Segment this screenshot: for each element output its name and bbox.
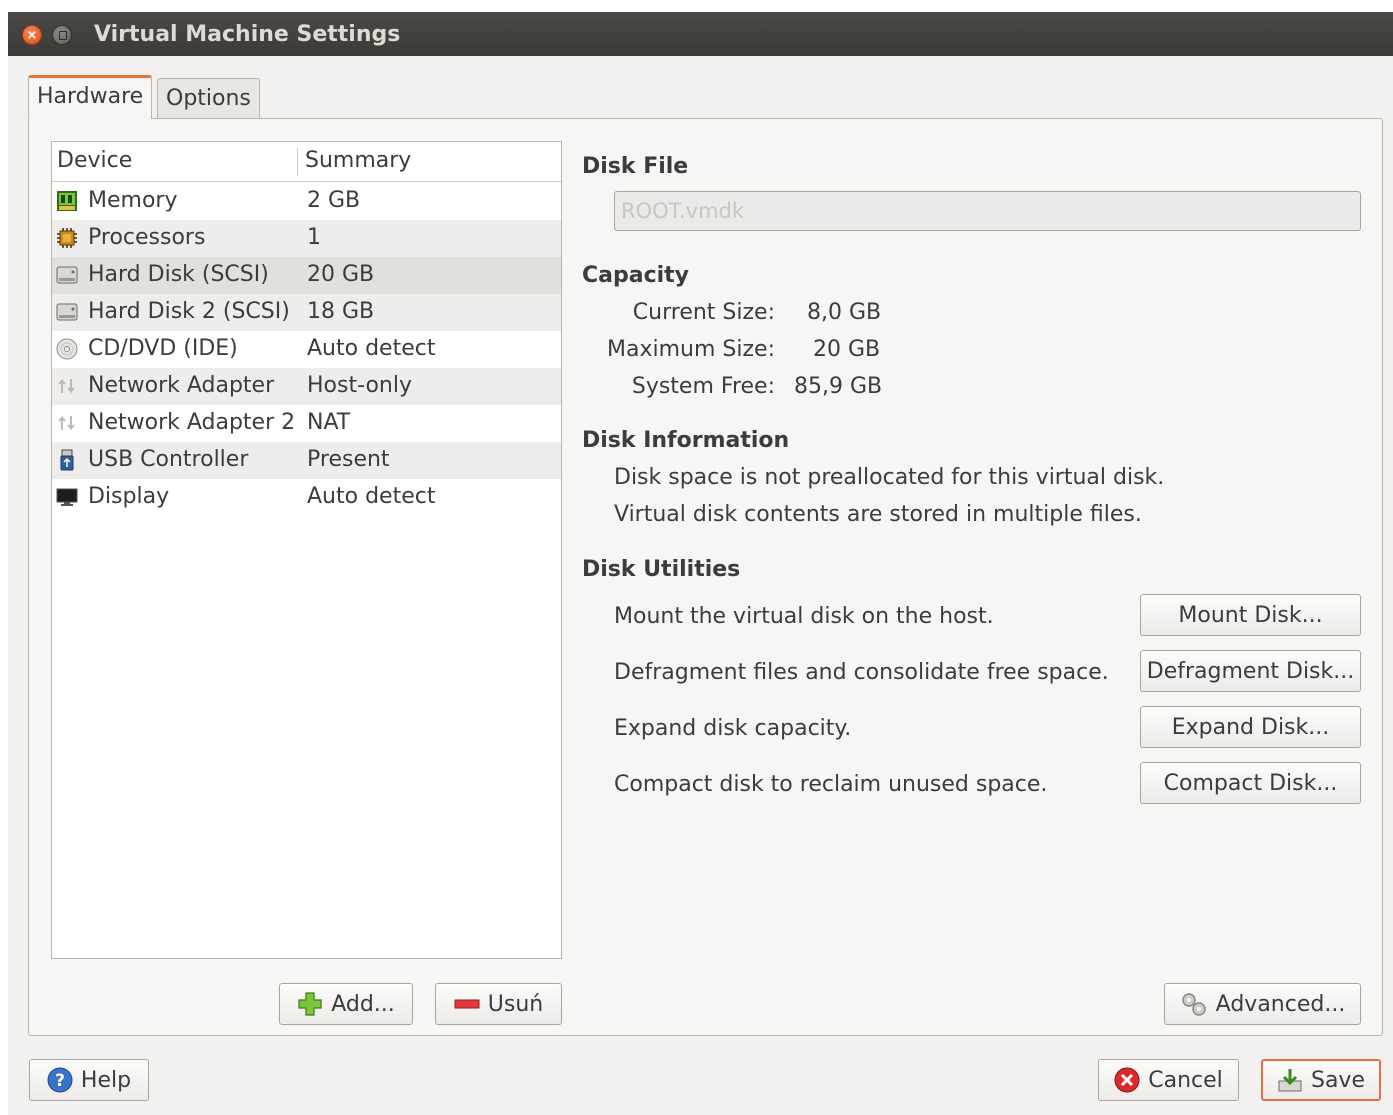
hardware-panel: Device Summary Memory 2 GB Processors 1 … [28,118,1383,1036]
disk-utilities-heading: Disk Utilities [582,557,741,582]
maximum-size-value: 20 GB [813,337,881,362]
help-label: Help [80,1067,132,1093]
device-name: Network Adapter 2 [88,410,296,435]
defragment-disk-button[interactable]: Defragment Disk... [1140,650,1361,692]
help-icon: ? [47,1067,73,1093]
cancel-button[interactable]: Cancel [1098,1059,1239,1101]
disk-file-input[interactable] [614,191,1361,231]
disk-information-line: Virtual disk contents are stored in mult… [614,502,1142,527]
device-row-usb-controller[interactable]: USB Controller Present [52,442,561,479]
advanced-label: Advanced... [1215,991,1346,1017]
device-row-network-adapter[interactable]: Network Adapter Host-only [52,368,561,405]
network-adapter-icon [58,378,75,394]
device-row-processors[interactable]: Processors 1 [52,220,561,257]
capacity-heading: Capacity [582,263,690,288]
remove-device-button[interactable]: Usuń [435,983,562,1025]
title-bar: × Virtual Machine Settings [8,12,1393,56]
device-row-memory[interactable]: Memory 2 GB [52,183,561,220]
memory-icon [57,191,77,211]
close-icon: × [26,28,38,43]
device-name: Display [88,484,170,509]
svg-text:?: ? [55,1071,65,1091]
system-free-value: 85,9 GB [794,374,883,399]
column-header-summary[interactable]: Summary [305,148,411,173]
device-row-hard-disk-2[interactable]: Hard Disk 2 (SCSI) 18 GB [52,294,561,331]
defragment-disk-description: Defragment files and consolidate free sp… [614,660,1109,685]
device-name: Memory [88,188,178,213]
device-summary: 2 GB [307,188,361,213]
device-row-network-adapter-2[interactable]: Network Adapter 2 NAT [52,405,561,442]
device-summary: Present [307,447,390,472]
device-summary: 18 GB [307,299,375,324]
network-adapter-icon [58,415,75,431]
device-name: USB Controller [88,447,249,472]
minus-icon [454,999,480,1009]
help-button[interactable]: ? Help [29,1059,149,1101]
tab-options[interactable]: Options [157,78,260,118]
device-summary: Auto detect [307,336,436,361]
device-list-header: Device Summary [52,142,561,182]
disk-information-heading: Disk Information [582,428,790,453]
device-name: Network Adapter [88,373,275,398]
save-icon [1278,1069,1302,1092]
device-name: Hard Disk (SCSI) [88,262,269,287]
column-header-device[interactable]: Device [57,148,132,173]
maximum-size-label: Maximum Size: [607,337,775,362]
device-row-hard-disk[interactable]: Hard Disk (SCSI) 20 GB [52,257,561,294]
cancel-icon [1114,1067,1140,1093]
device-name: CD/DVD (IDE) [88,336,238,361]
gears-icon [1181,993,1206,1016]
device-summary: Auto detect [307,484,436,509]
device-name: Hard Disk 2 (SCSI) [88,299,290,324]
device-summary: 20 GB [307,262,375,287]
save-button[interactable]: Save [1261,1059,1381,1101]
compact-disk-button[interactable]: Compact Disk... [1140,762,1361,804]
device-name: Processors [88,225,206,250]
current-size-value: 8,0 GB [807,300,882,325]
cd-dvd-icon [56,338,78,360]
mount-disk-button[interactable]: Mount Disk... [1140,594,1361,636]
minimize-window-button[interactable] [52,25,72,45]
expand-disk-description: Expand disk capacity. [614,716,852,741]
mount-disk-description: Mount the virtual disk on the host. [614,604,994,629]
current-size-label: Current Size: [632,300,775,325]
device-row-display[interactable]: Display Auto detect [52,479,561,516]
hard-disk-icon [56,303,78,321]
add-device-label: Add... [331,991,395,1017]
save-label: Save [1310,1067,1365,1093]
device-row-cd-dvd[interactable]: CD/DVD (IDE) Auto detect [52,331,561,368]
close-window-button[interactable]: × [22,25,42,45]
advanced-button[interactable]: Advanced... [1164,983,1361,1025]
cancel-label: Cancel [1148,1067,1223,1093]
device-summary: NAT [307,410,351,435]
hard-disk-icon [56,266,78,284]
system-free-label: System Free: [631,374,775,399]
expand-disk-button[interactable]: Expand Disk... [1140,706,1361,748]
plus-icon [298,992,322,1016]
usb-icon [60,449,74,471]
processor-icon [57,228,77,248]
compact-disk-description: Compact disk to reclaim unused space. [614,772,1048,797]
add-device-button[interactable]: Add... [279,983,413,1025]
device-summary: 1 [307,225,321,250]
vm-settings-window: × Virtual Machine Settings Hardware Opti… [8,12,1393,1115]
display-icon [56,488,78,506]
remove-device-label: Usuń [487,991,544,1017]
device-list[interactable]: Device Summary Memory 2 GB Processors 1 … [51,141,562,959]
device-summary: Host-only [307,373,412,398]
tab-hardware[interactable]: Hardware [28,75,153,119]
window-title: Virtual Machine Settings [94,22,401,47]
disk-file-heading: Disk File [582,154,689,179]
disk-information-line: Disk space is not preallocated for this … [614,465,1165,490]
